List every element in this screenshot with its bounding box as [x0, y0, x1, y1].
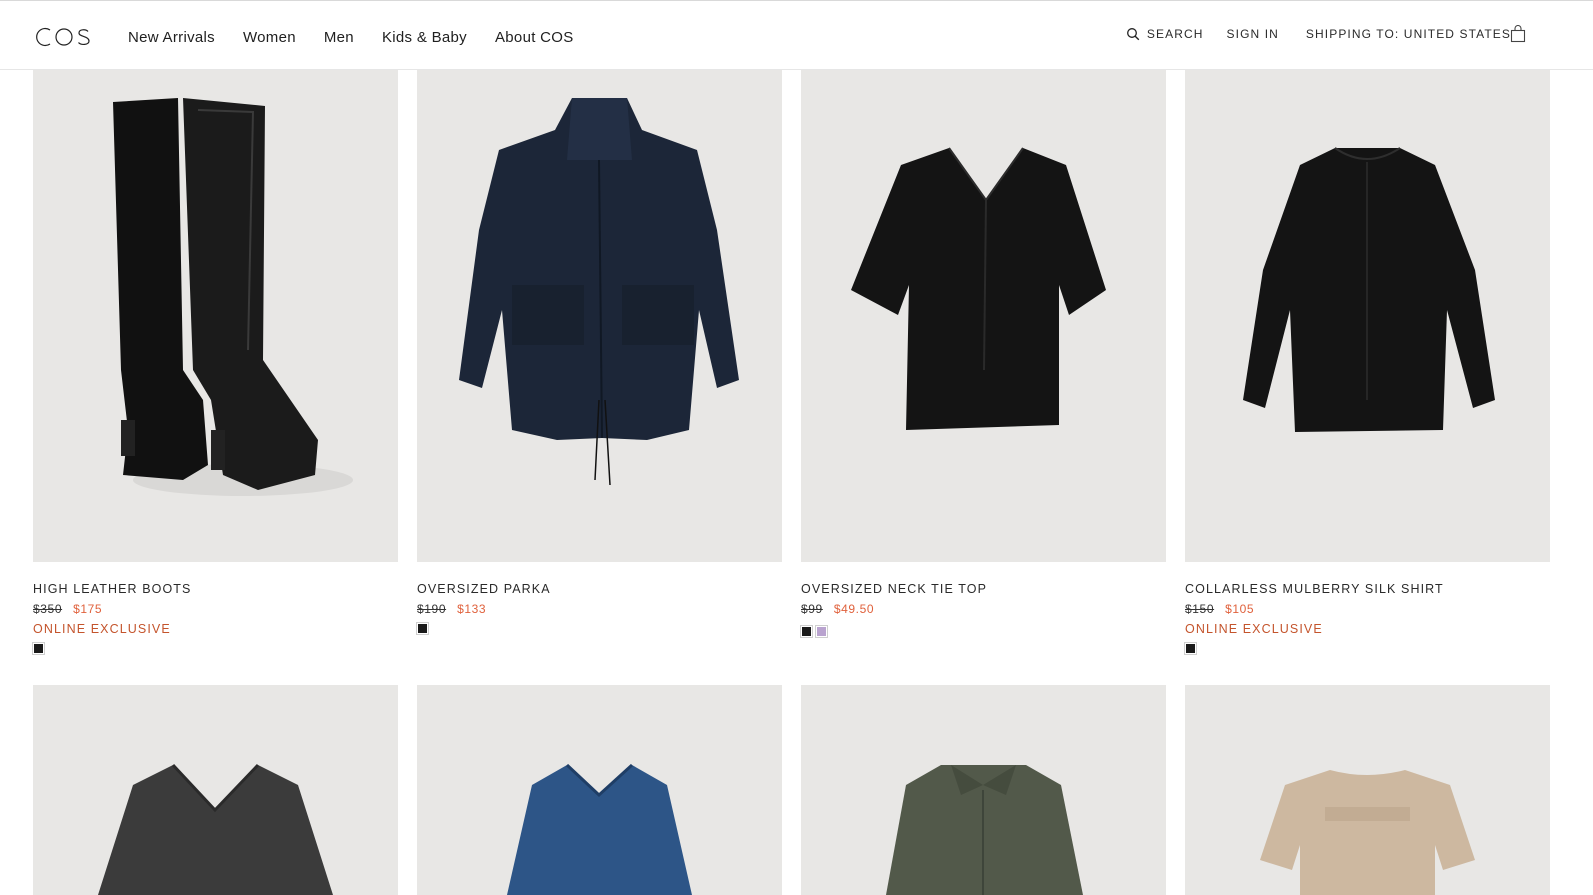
- nav-new-arrivals[interactable]: New Arrivals: [128, 29, 215, 46]
- product-image[interactable]: [417, 685, 782, 895]
- nav-about-cos[interactable]: About COS: [495, 29, 574, 46]
- sale-price: $133: [457, 602, 487, 616]
- product-name[interactable]: COLLARLESS MULBERRY SILK SHIRT: [1185, 582, 1550, 596]
- sale-price: $175: [73, 602, 103, 616]
- original-price: $99: [801, 602, 823, 616]
- color-swatches: [1184, 642, 1550, 655]
- product-prices: $190 $133: [417, 602, 782, 616]
- product-card: [417, 685, 782, 895]
- beige-top-image: [1260, 770, 1475, 895]
- nav-kids-baby[interactable]: Kids & Baby: [382, 29, 467, 46]
- search-label: SEARCH: [1146, 27, 1204, 41]
- product-card: [801, 685, 1166, 895]
- search-button[interactable]: SEARCH: [1126, 27, 1204, 41]
- sale-price: $49.50: [833, 602, 875, 616]
- color-swatch-lilac[interactable]: [815, 625, 828, 638]
- nav-women[interactable]: Women: [243, 29, 296, 46]
- product-card: [33, 685, 398, 895]
- product-card: OVERSIZED PARKA $190 $133: [416, 70, 782, 635]
- color-swatches: [32, 642, 398, 655]
- blue-top-image: [507, 763, 692, 895]
- color-swatches: [416, 622, 782, 635]
- parka-image: [459, 98, 739, 486]
- sale-price: $105: [1225, 602, 1255, 616]
- original-price: $350: [33, 602, 63, 616]
- product-card: HIGH LEATHER BOOTS $350 $175 ONLINE EXCL…: [32, 70, 398, 655]
- product-card: OVERSIZED NECK TIE TOP $99 $49.50: [800, 70, 1166, 638]
- original-price: $190: [417, 602, 447, 616]
- color-swatch-black[interactable]: [32, 642, 45, 655]
- product-image[interactable]: [1185, 70, 1550, 562]
- cos-logo-mark: [36, 27, 90, 47]
- shipping-country-selector[interactable]: SHIPPING TO: UNITED STATES: [1306, 27, 1511, 41]
- product-name[interactable]: OVERSIZED PARKA: [417, 582, 782, 596]
- product-image[interactable]: [417, 70, 782, 562]
- color-swatch-black[interactable]: [1184, 642, 1197, 655]
- online-exclusive-badge: ONLINE EXCLUSIVE: [33, 622, 171, 636]
- site-header: New Arrivals Women Men Kids & Baby About…: [0, 0, 1593, 70]
- sign-in-link[interactable]: SIGN IN: [1227, 27, 1279, 41]
- main-nav: New Arrivals Women Men Kids & Baby About…: [128, 29, 602, 46]
- product-image[interactable]: [33, 685, 398, 895]
- search-icon: [1126, 27, 1140, 41]
- green-jacket-image: [886, 765, 1083, 895]
- product-card: [1185, 685, 1550, 895]
- online-exclusive-badge: ONLINE EXCLUSIVE: [1185, 622, 1323, 636]
- nav-men[interactable]: Men: [324, 29, 354, 46]
- product-image[interactable]: [801, 685, 1166, 895]
- color-swatches: [800, 625, 1166, 638]
- color-swatch-black[interactable]: [800, 625, 813, 638]
- top-image: [851, 147, 1106, 430]
- cos-logo[interactable]: [33, 23, 95, 51]
- product-image[interactable]: [33, 70, 398, 562]
- cardigan-image: [98, 763, 333, 895]
- boots-image: [113, 98, 353, 496]
- original-price: $150: [1185, 602, 1215, 616]
- product-prices: $99 $49.50: [801, 602, 1166, 616]
- product-name[interactable]: OVERSIZED NECK TIE TOP: [801, 582, 1166, 596]
- shirt-image: [1243, 147, 1495, 432]
- shopping-bag-icon[interactable]: [1510, 25, 1526, 43]
- product-prices: $150 $105: [1185, 602, 1550, 616]
- product-name[interactable]: HIGH LEATHER BOOTS: [33, 582, 398, 596]
- utility-nav: SEARCH SIGN IN SHIPPING TO: UNITED STATE…: [1126, 27, 1533, 41]
- product-image[interactable]: [801, 70, 1166, 562]
- product-card: COLLARLESS MULBERRY SILK SHIRT $150 $105…: [1184, 70, 1550, 655]
- color-swatch-black[interactable]: [416, 622, 429, 635]
- product-prices: $350 $175: [33, 602, 398, 616]
- product-image[interactable]: [1185, 685, 1550, 895]
